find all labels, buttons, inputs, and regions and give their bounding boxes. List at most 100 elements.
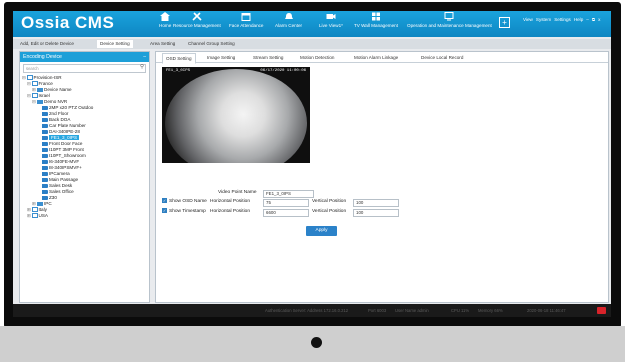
show-timestamp-row: ✓ Show Timestamp xyxy=(162,208,206,216)
tab-add-edit-delete-device[interactable]: Add, Edit or Delete Device xyxy=(17,40,77,48)
tab-osd-setting[interactable]: OSD Setting xyxy=(162,53,196,64)
power-button xyxy=(311,337,322,348)
tab-area-setting[interactable]: Area Setting xyxy=(147,40,178,48)
add-tab-button[interactable]: + xyxy=(499,17,510,28)
search-icon[interactable]: ⚲ xyxy=(140,64,144,71)
tree-item-label: IPC xyxy=(44,201,52,206)
osd-horizontal-position-input[interactable]: 75 xyxy=(263,199,309,207)
device-tree-panel: Encoding Device – search ⚲ ⊟ Provision-IS… xyxy=(19,51,150,303)
window-controls: View System Settings Help – ⧉ x xyxy=(523,17,603,22)
view-menu[interactable]: View xyxy=(523,17,533,22)
area-icon xyxy=(27,75,33,81)
osd-timestamp-overlay[interactable]: 06/17/2020 11:00:06 xyxy=(260,69,306,73)
tools-icon xyxy=(192,12,202,21)
tree-item-label: I6-340FE-MVF xyxy=(49,159,80,164)
tree-item-label: Sales Desk xyxy=(49,183,73,188)
tab-device-setting[interactable]: Device Setting xyxy=(97,40,133,48)
camera-icon xyxy=(42,153,48,158)
show-osd-name-label: Show OSD Name xyxy=(169,199,207,204)
app-title: Ossia CMS xyxy=(21,13,115,32)
calendar-icon xyxy=(241,13,251,21)
osd-vertical-position-label: Vertical Position xyxy=(312,199,347,204)
osd-vertical-position-input[interactable]: 100 xyxy=(353,199,399,207)
camera-icon xyxy=(42,195,48,200)
ts-horizontal-label-row: Horizontal Position xyxy=(210,208,250,216)
camera-icon xyxy=(42,165,48,170)
camera-icon xyxy=(42,183,48,188)
grid-icon xyxy=(372,12,380,21)
tree-item-label: Z30 xyxy=(49,195,57,200)
app-screen: Ossia CMS Home Resource Management Face … xyxy=(13,11,611,317)
search-placeholder: search xyxy=(26,66,39,71)
status-port: Port 6003 xyxy=(368,308,387,313)
video-point-name-input[interactable]: FE1_3_0IPS xyxy=(263,190,314,198)
camera-icon xyxy=(42,129,48,134)
tree-group-item[interactable]: ⊞ USA xyxy=(22,213,149,219)
nav-live-view-label: Live View1* xyxy=(319,23,343,28)
nav-home[interactable]: Home xyxy=(159,12,171,28)
settings-menu[interactable]: Settings xyxy=(554,17,571,22)
monitor-frame: Ossia CMS Home Resource Management Face … xyxy=(0,0,625,362)
tree-item-label: France xyxy=(38,81,53,86)
panel-title: Encoding Device – xyxy=(20,52,149,62)
camera-icon xyxy=(42,105,48,110)
tree-item-label: Sales Office xyxy=(49,189,74,194)
video-point-name-label: Video Point Name xyxy=(218,190,257,195)
tab-image-setting[interactable]: Image Setting xyxy=(204,53,238,62)
status-cpu: CPU 11% xyxy=(451,308,470,313)
video-point-name-row: Video Point Name xyxy=(218,189,257,197)
tab-channel-group-setting[interactable]: Channel Group Setting xyxy=(185,40,238,48)
nav-tv-wall-management[interactable]: TV Wall Management xyxy=(354,12,398,28)
nvr-icon xyxy=(37,201,43,206)
show-timestamp-checkbox[interactable]: ✓ xyxy=(162,208,167,214)
camera-icon xyxy=(42,177,48,182)
apply-button[interactable]: Apply xyxy=(306,226,337,236)
tab-motion-alarm-linkage[interactable]: Motion Alarm Linkage xyxy=(351,53,401,62)
camera-icon xyxy=(42,189,48,194)
alarm-indicator-button[interactable] xyxy=(597,307,606,314)
tree-item-label: Italy xyxy=(38,207,47,212)
camera-icon xyxy=(42,123,48,128)
minimize-button[interactable]: – xyxy=(586,17,589,22)
restore-button[interactable]: ⧉ xyxy=(592,17,595,22)
nav-alarm-center-label: Alarm Center xyxy=(275,23,303,28)
tab-device-local-record[interactable]: Device Local Record xyxy=(418,53,466,62)
help-menu[interactable]: Help xyxy=(574,17,583,22)
camera-icon xyxy=(42,147,48,152)
nav-resource-management[interactable]: Resource Management xyxy=(173,12,221,28)
area-icon xyxy=(32,93,38,99)
show-osd-name-checkbox[interactable]: ✓ xyxy=(162,198,167,204)
tree-item-label: Provision-ISR xyxy=(33,75,62,80)
tree-item-label: Demo NVR xyxy=(44,99,68,104)
nvr-icon xyxy=(37,99,43,104)
camera-icon xyxy=(42,159,48,164)
tree-item-label: Back DOA xyxy=(49,117,71,122)
nav-tv-wall-management-label: TV Wall Management xyxy=(354,23,398,28)
nav-alarm-center[interactable]: Alarm Center xyxy=(275,12,302,28)
tree-item-label: Front Door Face xyxy=(49,141,83,146)
area-icon xyxy=(32,207,38,213)
nav-operation-maintenance[interactable]: Operation and Maintenance Management xyxy=(407,12,492,28)
tree-item-label: Car Plate Number xyxy=(49,123,86,128)
nav-live-view[interactable]: Live View1* xyxy=(319,12,343,28)
collapse-icon[interactable]: – xyxy=(143,52,146,62)
show-timestamp-label: Show Timestamp xyxy=(169,209,206,214)
tab-stream-setting[interactable]: Stream Setting xyxy=(250,53,286,62)
osd-name-overlay[interactable]: FE1_3_0IPS xyxy=(166,69,190,73)
tab-motion-detection[interactable]: Motion Detection xyxy=(297,53,337,62)
system-menu[interactable]: System xyxy=(536,17,551,22)
ts-horizontal-position-input[interactable]: 6600 xyxy=(263,209,309,217)
video-preview: FE1_3_0IPS 06/17/2020 11:00:06 xyxy=(162,67,310,163)
monitor-icon xyxy=(444,12,454,21)
tree-item-label: Device Name xyxy=(44,87,72,92)
device-settings-tabs: OSD Setting Image Setting Stream Setting… xyxy=(156,52,608,64)
ts-vertical-position-input[interactable]: 100 xyxy=(353,209,399,217)
close-button[interactable]: x xyxy=(598,17,600,22)
home-icon xyxy=(160,12,171,21)
osd-horizontal-label-row: Horizontal Position xyxy=(210,198,250,206)
camera-icon xyxy=(42,141,48,146)
search-input[interactable]: search ⚲ xyxy=(23,64,146,73)
device-settings-panel: OSD Setting Image Setting Stream Setting… xyxy=(155,51,609,303)
nav-resource-management-label: Resource Management xyxy=(173,23,221,28)
nav-face-attendance[interactable]: Face Attendance xyxy=(229,12,263,28)
